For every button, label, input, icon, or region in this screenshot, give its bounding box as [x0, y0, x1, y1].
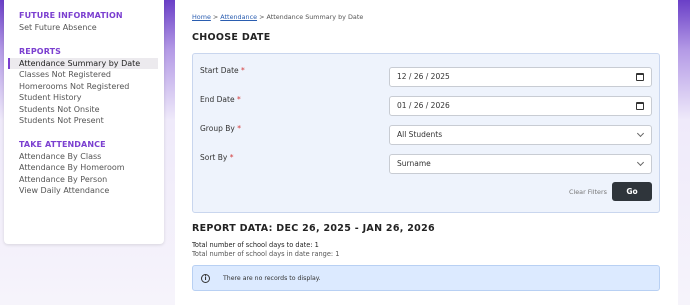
breadcrumb-current: Attendance Summary by Date	[266, 13, 364, 21]
required-mark: *	[229, 153, 234, 162]
sidebar-item-homerooms-not-registered[interactable]: Homerooms Not Registered	[4, 81, 164, 93]
end-date-value: 01 / 26 / 2026	[397, 101, 450, 110]
start-date-label: Start Date *	[200, 66, 245, 75]
no-records-message: There are no records to display.	[223, 275, 321, 282]
group-by-label-text: Group By	[200, 124, 235, 133]
clear-filters-link[interactable]: Clear Filters	[569, 188, 607, 196]
end-date-label-text: End Date	[200, 95, 235, 104]
required-mark: *	[241, 66, 245, 75]
end-date-input[interactable]: 01 / 26 / 2026	[389, 96, 652, 116]
sidebar-item-attendance-by-class[interactable]: Attendance By Class	[4, 151, 164, 163]
sort-by-label-text: Sort By	[200, 153, 228, 162]
total-to-date: Total number of school days to date: 1	[192, 241, 319, 249]
breadcrumb-separator: >	[210, 13, 221, 21]
total-in-range: Total number of school days in date rang…	[192, 249, 340, 258]
sidebar-item-classes-not-registered[interactable]: Classes Not Registered	[4, 69, 164, 81]
group-by-value: All Students	[397, 130, 443, 139]
sort-by-label: Sort By *	[200, 153, 233, 162]
sidebar-item-view-daily-attendance[interactable]: View Daily Attendance	[4, 185, 164, 197]
sidebar-heading-reports: REPORTS	[19, 46, 62, 56]
breadcrumb-attendance-link[interactable]: Attendance	[220, 13, 257, 21]
group-by-label: Group By *	[200, 124, 241, 133]
sidebar-item-attendance-by-homeroom[interactable]: Attendance By Homeroom	[4, 162, 164, 174]
no-records-alert: i There are no records to display.	[192, 265, 660, 291]
sort-by-value: Surname	[397, 159, 431, 168]
start-date-value: 12 / 26 / 2025	[397, 72, 450, 81]
end-date-label: End Date *	[200, 95, 241, 104]
info-icon: i	[201, 274, 210, 283]
sidebar-item-students-not-present[interactable]: Students Not Present	[4, 115, 164, 127]
sidebar-item-students-not-onsite[interactable]: Students Not Onsite	[4, 104, 164, 116]
calendar-icon[interactable]	[636, 102, 644, 110]
calendar-icon[interactable]	[636, 73, 644, 81]
report-title: REPORT DATA: DEC 26, 2025 - JAN 26, 2026	[192, 223, 435, 234]
sidebar-item-student-history[interactable]: Student History	[4, 92, 164, 104]
sidebar-item-attendance-summary-by-date[interactable]: Attendance Summary by Date	[8, 57, 158, 69]
sidebar-heading-take-attendance: TAKE ATTENDANCE	[19, 139, 106, 149]
sort-by-select[interactable]: Surname	[389, 154, 652, 174]
group-by-select[interactable]: All Students	[389, 125, 652, 145]
required-mark: *	[236, 95, 241, 104]
start-date-input[interactable]: 12 / 26 / 2025	[389, 67, 652, 87]
report-totals: Total number of school days to date: 1 T…	[192, 241, 339, 258]
page-background-edge	[678, 0, 690, 305]
sidebar: FUTURE INFORMATION Set Future Absence RE…	[4, 0, 164, 244]
required-mark: *	[237, 124, 241, 133]
main-content: Home > Attendance > Attendance Summary b…	[175, 0, 690, 305]
start-date-label-text: Start Date	[200, 66, 239, 75]
filter-panel: Start Date * 12 / 26 / 2025 End Date * 0…	[192, 53, 660, 213]
page-title: CHOOSE DATE	[192, 32, 271, 43]
go-button[interactable]: Go	[612, 182, 652, 201]
breadcrumb-home-link[interactable]: Home	[192, 13, 211, 21]
breadcrumb: Home > Attendance > Attendance Summary b…	[192, 13, 363, 21]
sidebar-heading-future-information: FUTURE INFORMATION	[19, 11, 123, 20]
sidebar-item-attendance-by-person[interactable]: Attendance By Person	[4, 174, 164, 186]
sidebar-item-set-future-absence[interactable]: Set Future Absence	[4, 22, 164, 34]
chevron-down-icon	[636, 158, 645, 167]
chevron-down-icon	[636, 129, 645, 138]
